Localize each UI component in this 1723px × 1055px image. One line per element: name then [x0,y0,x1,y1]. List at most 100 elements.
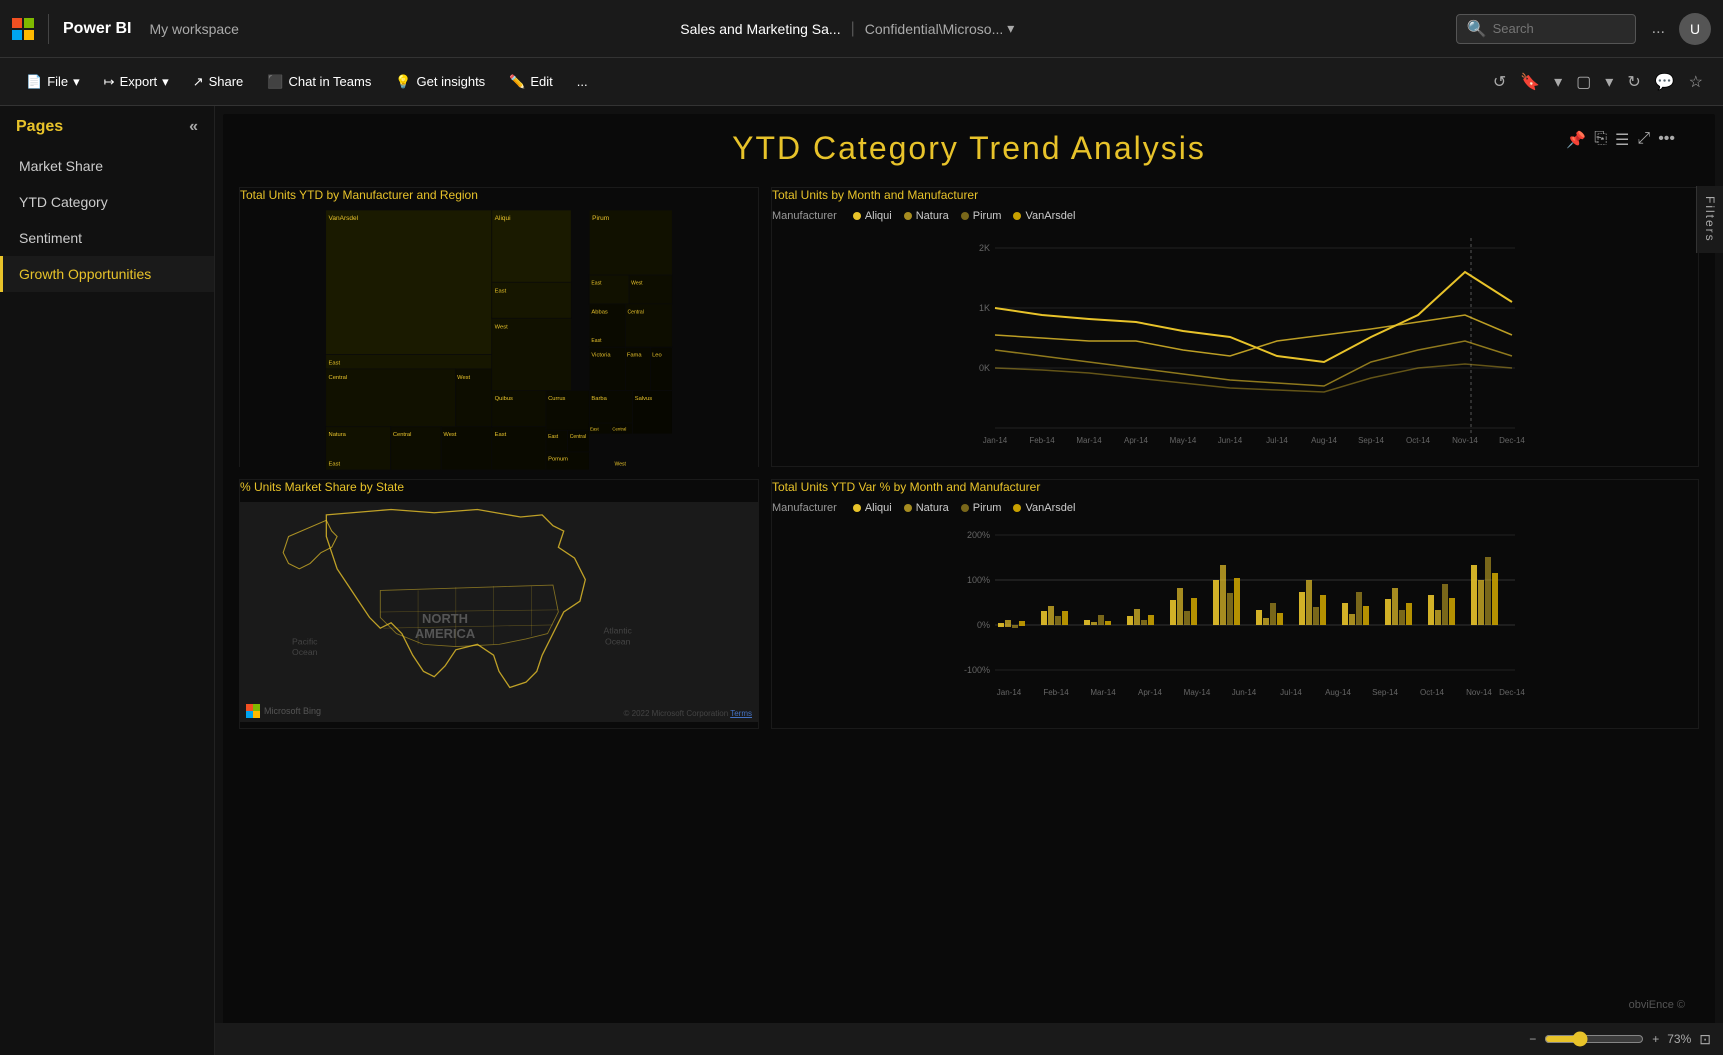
svg-text:Nov-14: Nov-14 [1466,688,1492,697]
more-toolbar-button[interactable]: ... [567,68,598,95]
barchart-title: Total Units YTD Var % by Month and Manuf… [772,480,1698,494]
svg-text:Abbas: Abbas [591,309,607,315]
svg-text:-100%: -100% [964,665,990,675]
svg-text:May-14: May-14 [1184,688,1211,697]
get-insights-button[interactable]: 💡 Get insights [385,68,495,96]
legend-natura: Natura [904,210,949,222]
file-icon: 📄 [26,74,42,90]
export-button[interactable]: ↦ Export ▾ [94,68,179,96]
canvas-toolbar: 📌 ⎘ ☰ ⤢ ••• [1566,130,1675,150]
avatar[interactable]: U [1679,13,1711,45]
obvience-label: obviEnce © [1629,999,1685,1011]
svg-text:1K: 1K [979,303,990,313]
workspace-label[interactable]: My workspace [149,21,238,37]
content: Filters YTD Category Trend Analysis 📌 ⎘ … [215,106,1723,1055]
sidebar-item-ytd-category[interactable]: YTD Category [0,184,214,220]
svg-text:East: East [548,434,559,440]
barchart-svg[interactable]: 200% 100% 0% -100% [772,520,1698,705]
svg-text:Leo: Leo [652,353,662,359]
sensitivity-label: Confidential\Microso... ▾ [865,20,1015,37]
sidebar-item-sentiment[interactable]: Sentiment [0,220,214,256]
star-icon[interactable]: ☆ [1685,68,1707,96]
share-button[interactable]: ↗ Share [183,68,254,96]
svg-text:Central: Central [612,426,626,431]
svg-text:Natura: Natura [329,432,347,438]
filter-icon[interactable]: ☰ [1615,130,1629,150]
search-box[interactable]: 🔍 [1456,14,1636,44]
comment-icon[interactable]: 💬 [1651,68,1679,96]
report-name[interactable]: Sales and Marketing Sa... [680,21,840,37]
undo-icon[interactable]: ↺ [1489,68,1510,96]
pin-icon[interactable]: 📌 [1566,130,1586,150]
chevron-down-icon-2[interactable]: ▾ [1601,68,1617,96]
svg-text:Ocean: Ocean [292,647,318,657]
zoom-percent: 73% [1667,1032,1691,1046]
svg-text:Oct-14: Oct-14 [1420,688,1445,697]
svg-text:May-14: May-14 [1170,436,1197,445]
svg-text:Atlantic: Atlantic [604,626,633,636]
legend-vanarsdel-bar: VanArsdel [1013,502,1075,514]
teams-icon: ⬛ [267,74,283,90]
user-initial: U [1690,21,1700,37]
zoom-minus-icon[interactable]: − [1529,1032,1536,1046]
chat-in-teams-button[interactable]: ⬛ Chat in Teams [257,68,381,96]
svg-text:East: East [591,280,602,286]
search-input[interactable] [1493,21,1623,36]
expand-icon[interactable]: ⤢ [1637,130,1650,150]
terms-link[interactable]: Terms [730,709,752,718]
svg-text:West: West [443,432,456,438]
refresh-icon[interactable]: ↻ [1623,68,1644,96]
svg-text:Jul-14: Jul-14 [1280,688,1302,697]
chevron-down-icon: ▾ [162,74,169,90]
sidebar-item-market-share[interactable]: Market Share [0,148,214,184]
filters-tab[interactable]: Filters [1696,186,1723,253]
svg-text:Pirum: Pirum [592,215,609,222]
treemap-title: Total Units YTD by Manufacturer and Regi… [240,188,758,202]
map-area[interactable]: NORTH AMERICA Pacific Ocean Atlantic Oce… [240,502,758,722]
chevron-down-icon[interactable]: ▾ [1007,20,1014,37]
svg-text:Sep-14: Sep-14 [1358,436,1384,445]
more-options-button[interactable]: ... [1646,16,1671,42]
sidebar: Pages « Market Share YTD Category Sentim… [0,106,215,1055]
more-visual-options-icon[interactable]: ••• [1658,130,1675,150]
fit-page-icon[interactable]: ⊡ [1699,1031,1711,1048]
svg-text:East: East [590,426,599,431]
main: Pages « Market Share YTD Category Sentim… [0,106,1723,1055]
svg-text:Feb-14: Feb-14 [1043,688,1069,697]
edit-button[interactable]: ✏️ Edit [499,68,563,96]
treemap-panel: Total Units YTD by Manufacturer and Regi… [239,187,759,467]
copy-icon[interactable]: ⎘ [1594,130,1607,150]
report-canvas: YTD Category Trend Analysis 📌 ⎘ ☰ ⤢ ••• … [223,114,1715,1047]
svg-text:Feb-14: Feb-14 [1029,436,1055,445]
report-page-title: YTD Category Trend Analysis [239,130,1699,167]
toolbar: 📄 File ▾ ↦ Export ▾ ↗ Share ⬛ Chat in Te… [0,58,1723,106]
svg-text:AMERICA: AMERICA [415,626,475,641]
map-title: % Units Market Share by State [240,480,758,494]
linechart-svg[interactable]: 2K 1K 0K Jan-14 [772,228,1698,448]
svg-text:Mar-14: Mar-14 [1090,688,1116,697]
topbar-divider [48,14,49,44]
legend-aliqui: Aliqui [853,210,892,222]
svg-text:VanArsdel: VanArsdel [329,215,359,222]
frame-icon[interactable]: ▢ [1572,68,1595,96]
linechart-title: Total Units by Month and Manufacturer [772,188,1698,202]
svg-text:Salvus: Salvus [635,396,652,402]
chevron-down-icon[interactable]: ▾ [1550,68,1566,96]
zoom-slider[interactable] [1544,1031,1644,1047]
file-button[interactable]: 📄 File ▾ [16,68,90,96]
map-copyright: © 2022 Microsoft Corporation Terms [624,709,752,718]
svg-text:Aug-14: Aug-14 [1311,436,1337,445]
microsoft-logo [12,18,34,40]
svg-text:100%: 100% [967,575,990,585]
svg-text:Quibus: Quibus [495,396,513,402]
sidebar-item-growth-opportunities[interactable]: Growth Opportunities [0,256,214,292]
zoom-plus-icon[interactable]: + [1652,1032,1659,1046]
bookmark-icon[interactable]: 🔖 [1516,68,1544,96]
legend-pirum-bar: Pirum [961,502,1002,514]
collapse-icon[interactable]: « [189,118,198,136]
legend-pirum: Pirum [961,210,1002,222]
svg-text:Jan-14: Jan-14 [997,688,1022,697]
treemap-svg[interactable]: VanArsdel East Central West Natura East … [240,210,758,470]
svg-text:NORTH: NORTH [422,611,468,626]
pages-header: Pages « [0,106,214,148]
